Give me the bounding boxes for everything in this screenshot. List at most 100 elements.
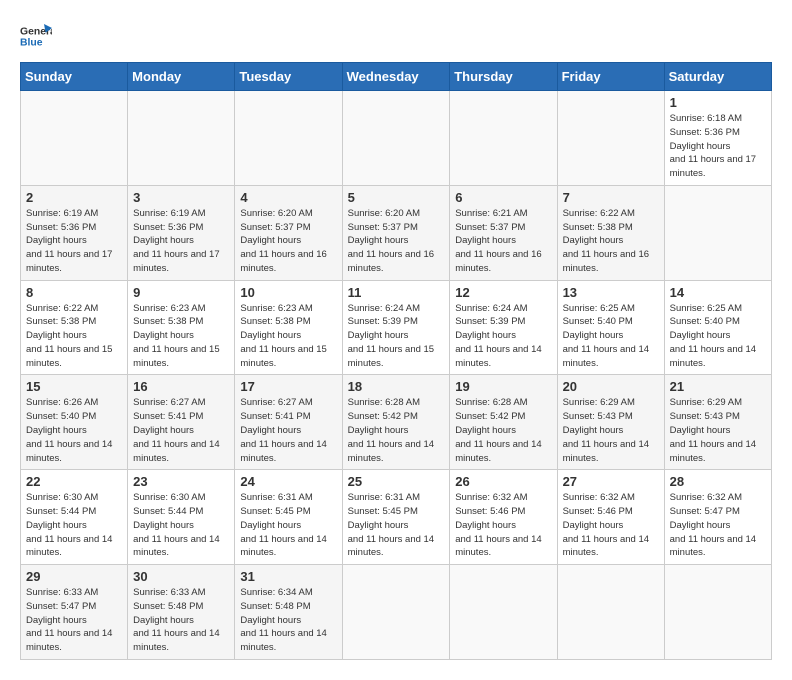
day-number: 10 (240, 285, 336, 300)
day-info: Sunrise: 6:19 AM Sunset: 5:36 PM Dayligh… (133, 207, 229, 276)
day-info: Sunrise: 6:20 AM Sunset: 5:37 PM Dayligh… (348, 207, 445, 276)
calendar-week-5: 22 Sunrise: 6:30 AM Sunset: 5:44 PM Dayl… (21, 470, 772, 565)
calendar-cell: 11 Sunrise: 6:24 AM Sunset: 5:39 PM Dayl… (342, 280, 450, 375)
day-info: Sunrise: 6:27 AM Sunset: 5:41 PM Dayligh… (240, 396, 336, 465)
calendar-cell: 31 Sunrise: 6:34 AM Sunset: 5:48 PM Dayl… (235, 565, 342, 660)
day-number: 16 (133, 379, 229, 394)
svg-text:Blue: Blue (20, 38, 43, 49)
calendar-cell: 13 Sunrise: 6:25 AM Sunset: 5:40 PM Dayl… (557, 280, 664, 375)
calendar-cell: 18 Sunrise: 6:28 AM Sunset: 5:42 PM Dayl… (342, 375, 450, 470)
day-info: Sunrise: 6:19 AM Sunset: 5:36 PM Dayligh… (26, 207, 122, 276)
day-info: Sunrise: 6:34 AM Sunset: 5:48 PM Dayligh… (240, 586, 336, 655)
day-number: 3 (133, 190, 229, 205)
calendar-cell: 28 Sunrise: 6:32 AM Sunset: 5:47 PM Dayl… (664, 470, 771, 565)
calendar-cell: 23 Sunrise: 6:30 AM Sunset: 5:44 PM Dayl… (128, 470, 235, 565)
day-header-wednesday: Wednesday (342, 63, 450, 91)
day-header-thursday: Thursday (450, 63, 557, 91)
day-info: Sunrise: 6:25 AM Sunset: 5:40 PM Dayligh… (670, 302, 766, 371)
day-info: Sunrise: 6:29 AM Sunset: 5:43 PM Dayligh… (670, 396, 766, 465)
calendar-cell: 4 Sunrise: 6:20 AM Sunset: 5:37 PM Dayli… (235, 185, 342, 280)
day-number: 2 (26, 190, 122, 205)
day-info: Sunrise: 6:31 AM Sunset: 5:45 PM Dayligh… (348, 491, 445, 560)
day-info: Sunrise: 6:28 AM Sunset: 5:42 PM Dayligh… (455, 396, 551, 465)
day-number: 31 (240, 569, 336, 584)
day-number: 24 (240, 474, 336, 489)
calendar-week-3: 8 Sunrise: 6:22 AM Sunset: 5:38 PM Dayli… (21, 280, 772, 375)
calendar-cell (342, 91, 450, 186)
day-info: Sunrise: 6:23 AM Sunset: 5:38 PM Dayligh… (133, 302, 229, 371)
day-header-friday: Friday (557, 63, 664, 91)
calendar-cell: 3 Sunrise: 6:19 AM Sunset: 5:36 PM Dayli… (128, 185, 235, 280)
calendar-cell: 1 Sunrise: 6:18 AM Sunset: 5:36 PM Dayli… (664, 91, 771, 186)
calendar-week-1: 1 Sunrise: 6:18 AM Sunset: 5:36 PM Dayli… (21, 91, 772, 186)
day-number: 14 (670, 285, 766, 300)
day-number: 28 (670, 474, 766, 489)
day-number: 13 (563, 285, 659, 300)
calendar-cell: 25 Sunrise: 6:31 AM Sunset: 5:45 PM Dayl… (342, 470, 450, 565)
day-info: Sunrise: 6:26 AM Sunset: 5:40 PM Dayligh… (26, 396, 122, 465)
day-number: 6 (455, 190, 551, 205)
calendar-cell: 10 Sunrise: 6:23 AM Sunset: 5:38 PM Dayl… (235, 280, 342, 375)
calendar-week-6: 29 Sunrise: 6:33 AM Sunset: 5:47 PM Dayl… (21, 565, 772, 660)
day-info: Sunrise: 6:24 AM Sunset: 5:39 PM Dayligh… (455, 302, 551, 371)
calendar-week-2: 2 Sunrise: 6:19 AM Sunset: 5:36 PM Dayli… (21, 185, 772, 280)
calendar-cell: 14 Sunrise: 6:25 AM Sunset: 5:40 PM Dayl… (664, 280, 771, 375)
day-number: 11 (348, 285, 445, 300)
calendar-cell (664, 185, 771, 280)
day-number: 26 (455, 474, 551, 489)
day-info: Sunrise: 6:32 AM Sunset: 5:46 PM Dayligh… (455, 491, 551, 560)
calendar-cell (128, 91, 235, 186)
calendar-cell: 7 Sunrise: 6:22 AM Sunset: 5:38 PM Dayli… (557, 185, 664, 280)
logo: General Blue (20, 20, 58, 52)
day-number: 21 (670, 379, 766, 394)
day-number: 17 (240, 379, 336, 394)
calendar-cell: 9 Sunrise: 6:23 AM Sunset: 5:38 PM Dayli… (128, 280, 235, 375)
calendar-cell: 15 Sunrise: 6:26 AM Sunset: 5:40 PM Dayl… (21, 375, 128, 470)
calendar-cell: 20 Sunrise: 6:29 AM Sunset: 5:43 PM Dayl… (557, 375, 664, 470)
calendar-cell (557, 565, 664, 660)
day-number: 4 (240, 190, 336, 205)
day-info: Sunrise: 6:29 AM Sunset: 5:43 PM Dayligh… (563, 396, 659, 465)
day-number: 27 (563, 474, 659, 489)
calendar-cell (664, 565, 771, 660)
page-header: General Blue (20, 20, 772, 52)
day-info: Sunrise: 6:25 AM Sunset: 5:40 PM Dayligh… (563, 302, 659, 371)
calendar-cell (557, 91, 664, 186)
logo-icon: General Blue (20, 20, 52, 52)
day-info: Sunrise: 6:24 AM Sunset: 5:39 PM Dayligh… (348, 302, 445, 371)
day-info: Sunrise: 6:32 AM Sunset: 5:47 PM Dayligh… (670, 491, 766, 560)
day-info: Sunrise: 6:18 AM Sunset: 5:36 PM Dayligh… (670, 112, 766, 181)
day-info: Sunrise: 6:22 AM Sunset: 5:38 PM Dayligh… (26, 302, 122, 371)
calendar-cell: 8 Sunrise: 6:22 AM Sunset: 5:38 PM Dayli… (21, 280, 128, 375)
day-number: 12 (455, 285, 551, 300)
day-number: 18 (348, 379, 445, 394)
calendar-cell: 19 Sunrise: 6:28 AM Sunset: 5:42 PM Dayl… (450, 375, 557, 470)
day-number: 7 (563, 190, 659, 205)
day-number: 19 (455, 379, 551, 394)
day-number: 1 (670, 95, 766, 110)
calendar-cell: 22 Sunrise: 6:30 AM Sunset: 5:44 PM Dayl… (21, 470, 128, 565)
day-header-sunday: Sunday (21, 63, 128, 91)
day-info: Sunrise: 6:30 AM Sunset: 5:44 PM Dayligh… (133, 491, 229, 560)
calendar-cell: 30 Sunrise: 6:33 AM Sunset: 5:48 PM Dayl… (128, 565, 235, 660)
day-header-tuesday: Tuesday (235, 63, 342, 91)
day-info: Sunrise: 6:31 AM Sunset: 5:45 PM Dayligh… (240, 491, 336, 560)
day-info: Sunrise: 6:23 AM Sunset: 5:38 PM Dayligh… (240, 302, 336, 371)
calendar-table: SundayMondayTuesdayWednesdayThursdayFrid… (20, 62, 772, 660)
calendar-cell: 16 Sunrise: 6:27 AM Sunset: 5:41 PM Dayl… (128, 375, 235, 470)
day-header-monday: Monday (128, 63, 235, 91)
day-number: 23 (133, 474, 229, 489)
day-info: Sunrise: 6:30 AM Sunset: 5:44 PM Dayligh… (26, 491, 122, 560)
calendar-cell (450, 565, 557, 660)
day-number: 22 (26, 474, 122, 489)
calendar-cell: 2 Sunrise: 6:19 AM Sunset: 5:36 PM Dayli… (21, 185, 128, 280)
day-number: 25 (348, 474, 445, 489)
calendar-cell: 26 Sunrise: 6:32 AM Sunset: 5:46 PM Dayl… (450, 470, 557, 565)
day-info: Sunrise: 6:32 AM Sunset: 5:46 PM Dayligh… (563, 491, 659, 560)
calendar-cell: 27 Sunrise: 6:32 AM Sunset: 5:46 PM Dayl… (557, 470, 664, 565)
day-info: Sunrise: 6:28 AM Sunset: 5:42 PM Dayligh… (348, 396, 445, 465)
day-info: Sunrise: 6:20 AM Sunset: 5:37 PM Dayligh… (240, 207, 336, 276)
day-number: 5 (348, 190, 445, 205)
day-number: 30 (133, 569, 229, 584)
day-info: Sunrise: 6:33 AM Sunset: 5:47 PM Dayligh… (26, 586, 122, 655)
